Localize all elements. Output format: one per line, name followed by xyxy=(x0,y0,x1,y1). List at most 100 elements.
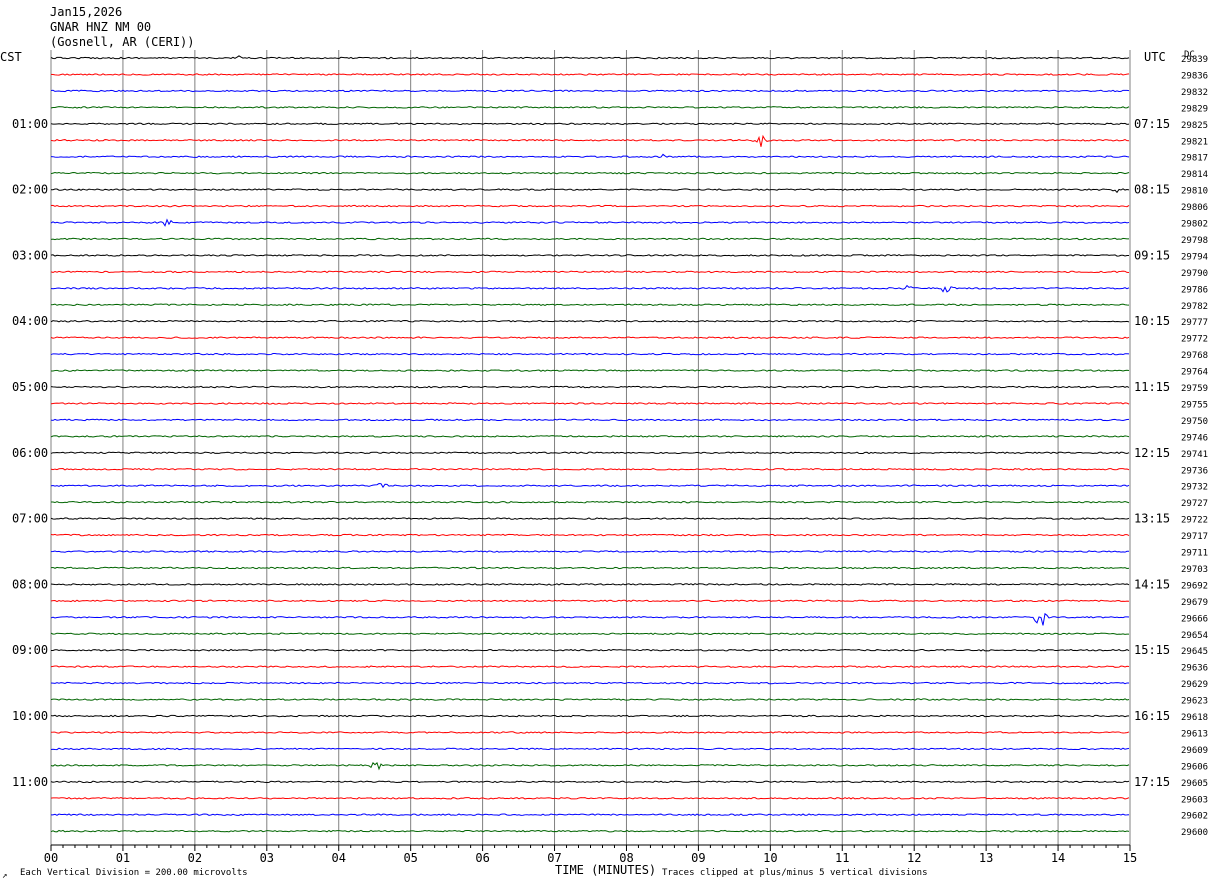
trace-row-8 xyxy=(50,188,1130,194)
dc-value: 29832 xyxy=(1181,88,1208,98)
cst-label: 10:00 xyxy=(12,709,48,723)
trace-row-6 xyxy=(50,153,1130,158)
dc-value: 29618 xyxy=(1181,713,1208,723)
trace-row-5 xyxy=(50,134,1130,147)
utc-label: 12:15 xyxy=(1134,446,1170,460)
trace-row-28 xyxy=(50,517,1130,520)
dc-value: 29613 xyxy=(1181,729,1208,739)
scale-note: Each Vertical Division = 200.00 microvol… xyxy=(20,868,248,878)
dc-value: 29817 xyxy=(1181,154,1208,164)
trace-row-11 xyxy=(50,237,1130,241)
trace-row-32 xyxy=(50,583,1130,586)
dc-value: 29777 xyxy=(1181,318,1208,328)
dc-value: 29692 xyxy=(1181,581,1208,591)
utc-label: 16:15 xyxy=(1134,709,1170,723)
trace-row-12 xyxy=(50,254,1130,257)
dc-value: 29759 xyxy=(1181,384,1208,394)
header-date: Jan15,2026 xyxy=(50,5,122,19)
x-tick-label: 01 xyxy=(116,851,130,865)
trace-row-44 xyxy=(50,780,1130,784)
trace-row-24 xyxy=(50,451,1130,455)
trace-row-3 xyxy=(50,106,1130,109)
helicorder-plot: Jan15,2026 GNAR HNZ NM 00 (Gosnell, AR (… xyxy=(0,5,1208,881)
dc-value: 29764 xyxy=(1181,368,1208,378)
dc-value: 29654 xyxy=(1181,631,1208,641)
trace-row-36 xyxy=(50,648,1130,652)
dc-value: 29810 xyxy=(1181,187,1208,197)
x-tick-label: 12 xyxy=(907,851,921,865)
header-location: (Gosnell, AR (CERI)) xyxy=(50,35,195,49)
x-tick-label: 10 xyxy=(763,851,777,865)
trace-row-4 xyxy=(50,122,1130,126)
dc-value: 29768 xyxy=(1181,351,1208,361)
x-tick-label: 02 xyxy=(188,851,202,865)
trace-row-18 xyxy=(50,352,1130,356)
cst-label: 09:00 xyxy=(12,643,48,657)
x-tick-label: 00 xyxy=(44,851,58,865)
cst-label: 07:00 xyxy=(12,512,48,526)
dc-value: 29825 xyxy=(1181,121,1208,131)
dc-value: 29603 xyxy=(1181,795,1208,805)
utc-label: 10:15 xyxy=(1134,314,1170,328)
dc-value: 29727 xyxy=(1181,499,1208,509)
dc-value: 29786 xyxy=(1181,285,1208,295)
x-tick-label: 09 xyxy=(691,851,705,865)
dc-value: 29666 xyxy=(1181,614,1208,624)
trace-row-34 xyxy=(50,612,1130,626)
dc-value: 29750 xyxy=(1181,417,1208,427)
cst-label: 02:00 xyxy=(12,183,48,197)
dc-value: 29732 xyxy=(1181,483,1208,493)
dc-value: 29772 xyxy=(1181,335,1208,345)
trace-row-2 xyxy=(50,89,1130,93)
trace-row-9 xyxy=(50,204,1130,208)
trace-row-29 xyxy=(50,533,1130,537)
x-tick-label: 11 xyxy=(835,851,849,865)
dc-value: 29736 xyxy=(1181,466,1208,476)
dc-value: 29790 xyxy=(1181,269,1208,279)
trace-row-15 xyxy=(50,303,1130,307)
trace-row-46 xyxy=(50,813,1130,816)
dc-value: 29623 xyxy=(1181,697,1208,707)
trace-row-33 xyxy=(50,599,1130,603)
utc-label: 14:15 xyxy=(1134,577,1170,591)
dc-value: 29609 xyxy=(1181,746,1208,756)
trace-row-30 xyxy=(50,550,1130,553)
dc-value: 29629 xyxy=(1181,680,1208,690)
dc-value: 29836 xyxy=(1181,71,1208,81)
dc-value: 29821 xyxy=(1181,137,1208,147)
left-zone-label: CST xyxy=(0,50,22,64)
corner-mark: ↗ xyxy=(2,871,7,881)
dc-value: 29602 xyxy=(1181,812,1208,822)
trace-row-43 xyxy=(50,761,1130,771)
dc-value: 29755 xyxy=(1181,400,1208,410)
dc-values: 29839 29836 29832 29829 29825 29821 29817 29814… xyxy=(1181,55,1208,838)
trace-row-0 xyxy=(50,55,1130,60)
trace-row-26 xyxy=(50,483,1130,489)
dc-value: 29794 xyxy=(1181,252,1208,262)
trace-row-39 xyxy=(50,698,1130,701)
trace-row-21 xyxy=(50,402,1130,405)
trace-row-45 xyxy=(50,797,1130,800)
trace-row-1 xyxy=(50,73,1130,76)
cst-label: 08:00 xyxy=(12,577,48,591)
trace-row-16 xyxy=(50,319,1130,323)
x-tick-label: 04 xyxy=(332,851,346,865)
utc-label: 09:15 xyxy=(1134,248,1170,262)
dc-value: 29636 xyxy=(1181,664,1208,674)
dc-value: 29839 xyxy=(1181,55,1208,65)
dc-value: 29711 xyxy=(1181,549,1208,559)
cst-label: 11:00 xyxy=(12,775,48,789)
cst-label: 03:00 xyxy=(12,248,48,262)
dc-value: 29605 xyxy=(1181,779,1208,789)
right-zone-label: UTC xyxy=(1144,50,1166,64)
dc-value: 29829 xyxy=(1181,104,1208,114)
trace-row-25 xyxy=(50,467,1130,471)
dc-value: 29798 xyxy=(1181,236,1208,246)
trace-row-40 xyxy=(50,714,1130,718)
dc-value: 29703 xyxy=(1181,565,1208,575)
dc-value: 29606 xyxy=(1181,762,1208,772)
cst-label: 05:00 xyxy=(12,380,48,394)
trace-row-17 xyxy=(50,336,1130,339)
trace-row-41 xyxy=(50,731,1130,734)
trace-row-31 xyxy=(50,566,1130,570)
